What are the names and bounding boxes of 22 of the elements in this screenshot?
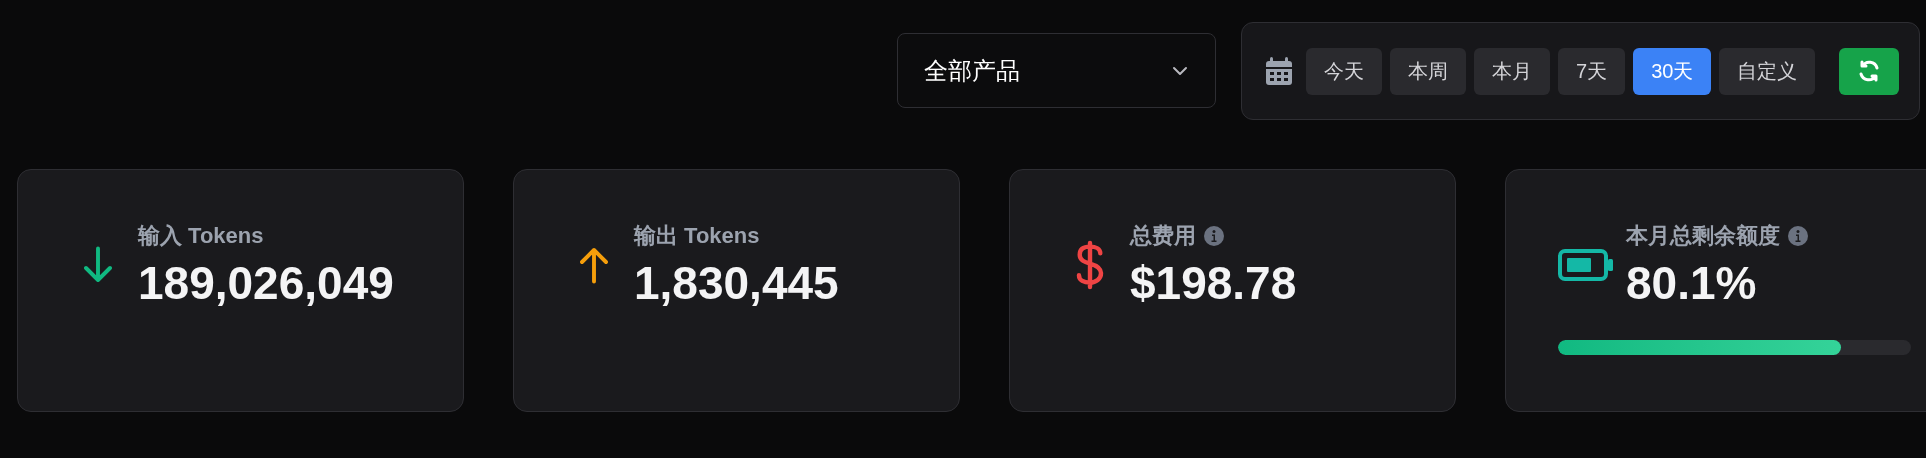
refresh-button[interactable] bbox=[1839, 47, 1900, 95]
stat-label: 本月总剩余额度 bbox=[1626, 222, 1780, 250]
chevron-down-icon bbox=[1171, 64, 1189, 77]
product-dropdown[interactable]: 全部产品 bbox=[897, 33, 1216, 108]
date-range-tab[interactable]: 自定义 bbox=[1719, 47, 1816, 95]
dollar-icon bbox=[1075, 240, 1105, 290]
stat-value: 1,830,445 bbox=[634, 256, 839, 310]
stat-value: 80.1% bbox=[1626, 256, 1758, 310]
stat-value: $198.78 bbox=[1130, 256, 1297, 310]
battery-icon bbox=[1558, 249, 1614, 281]
info-icon[interactable] bbox=[1204, 226, 1224, 246]
info-icon[interactable] bbox=[1788, 226, 1808, 246]
date-range-tab[interactable]: 本周 bbox=[1390, 47, 1466, 95]
stat-label: 输出 Tokens bbox=[634, 222, 760, 250]
calendar-icon bbox=[1266, 57, 1292, 85]
stat-value: 189,026,049 bbox=[138, 256, 394, 310]
date-range-tab[interactable]: 今天 bbox=[1306, 47, 1382, 95]
stat-label: 输入 Tokens bbox=[138, 222, 264, 250]
date-range-tab[interactable]: 本月 bbox=[1474, 47, 1550, 95]
stat-label: 总费用 bbox=[1130, 222, 1196, 250]
date-range-tab[interactable]: 7天 bbox=[1558, 47, 1626, 95]
date-range-tab[interactable]: 30天 bbox=[1633, 47, 1712, 95]
